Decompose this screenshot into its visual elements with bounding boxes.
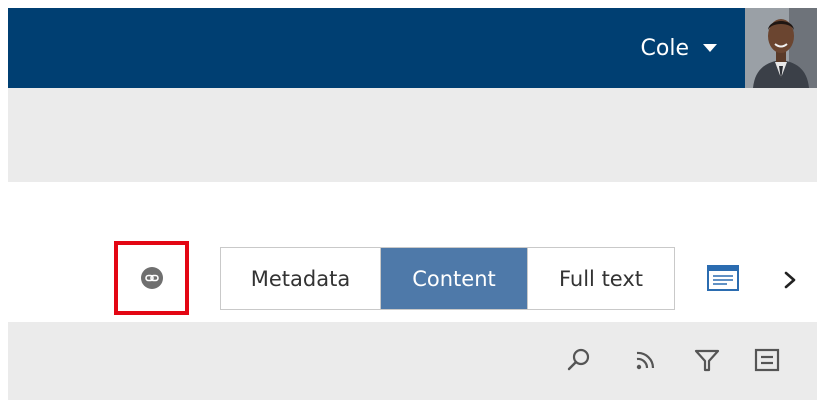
chevron-right-icon[interactable] [780,270,800,290]
avatar[interactable] [745,8,817,88]
sub-header-bar [8,88,817,182]
tab-full-text[interactable]: Full text [527,248,674,309]
bottom-toolbar [8,322,817,400]
filter-icon[interactable] [693,346,721,374]
user-menu[interactable]: Cole [641,34,717,62]
link-button-highlight [114,241,189,315]
link-icon[interactable] [140,267,163,289]
view-tabs: Metadata Content Full text [220,247,675,310]
tab-content[interactable]: Content [381,248,527,309]
search-icon[interactable] [565,346,593,374]
caret-down-icon [703,44,717,52]
preview-panel-icon[interactable] [707,265,739,291]
list-view-icon[interactable] [753,346,781,374]
user-avatar-image [745,8,817,88]
user-name: Cole [640,35,689,61]
app-header: Cole [8,8,817,88]
tab-metadata[interactable]: Metadata [221,248,381,309]
rss-feed-icon[interactable] [631,346,659,374]
